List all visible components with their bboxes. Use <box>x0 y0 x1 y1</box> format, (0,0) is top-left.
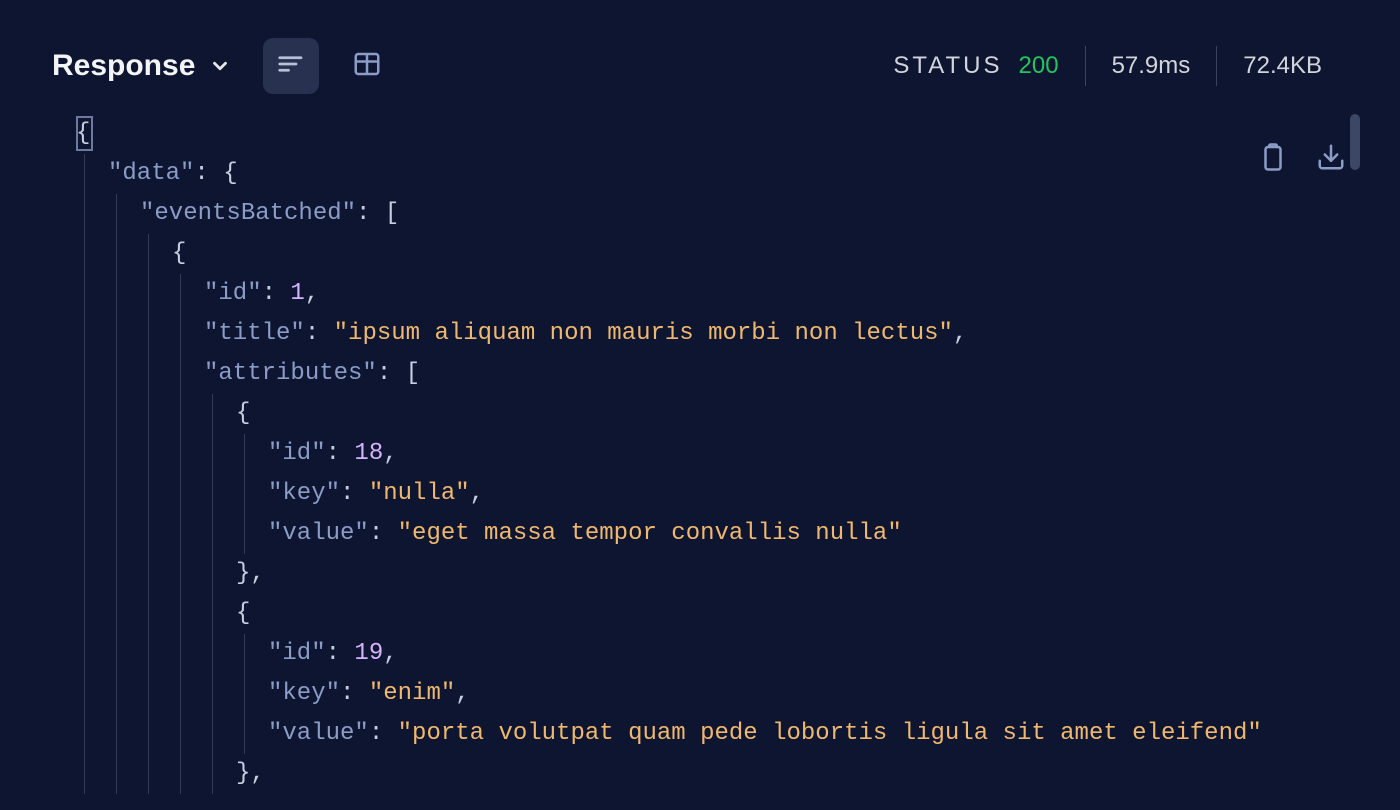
status-label: STATUS <box>893 52 1002 80</box>
code-line: "id": 18, <box>76 434 1348 474</box>
table-icon <box>352 49 382 84</box>
response-body[interactable]: { "data": { "eventsBatched": [ { "id": 1… <box>0 114 1400 794</box>
code-line: "title": "ipsum aliquam non mauris morbi… <box>76 314 1348 354</box>
header-left: Response <box>52 38 395 94</box>
code-line: "id": 19, <box>76 634 1348 674</box>
code-line: { <box>76 394 1348 434</box>
code-line: "attributes": [ <box>76 354 1348 394</box>
chevron-down-icon <box>209 55 231 77</box>
table-view-button[interactable] <box>339 38 395 94</box>
response-title: Response <box>52 49 195 83</box>
code-line: }, <box>76 554 1348 594</box>
response-time: 57.9ms <box>1086 52 1217 80</box>
code-line: { <box>76 114 1348 154</box>
code-line: "data": { <box>76 154 1348 194</box>
code-line: "value": "porta volutpat quam pede lobor… <box>76 714 1348 754</box>
code-line: "value": "eget massa tempor convallis nu… <box>76 514 1348 554</box>
response-size: 72.4KB <box>1217 52 1348 80</box>
code-line: "key": "enim", <box>76 674 1348 714</box>
code-line: { <box>76 594 1348 634</box>
code-line: { <box>76 234 1348 274</box>
json-icon <box>276 49 306 84</box>
header-right: STATUS 200 57.9ms 72.4KB <box>893 46 1348 86</box>
code-line: }, <box>76 754 1348 794</box>
code-line: "id": 1, <box>76 274 1348 314</box>
json-view-button[interactable] <box>263 38 319 94</box>
status-code: 200 <box>1019 52 1059 80</box>
view-toggle-group <box>263 38 395 94</box>
response-header: Response STATUS 200 57.9ms 72.4KB <box>0 0 1400 114</box>
code-line: "key": "nulla", <box>76 474 1348 514</box>
code-line: "eventsBatched": [ <box>76 194 1348 234</box>
response-dropdown[interactable]: Response <box>52 49 231 83</box>
